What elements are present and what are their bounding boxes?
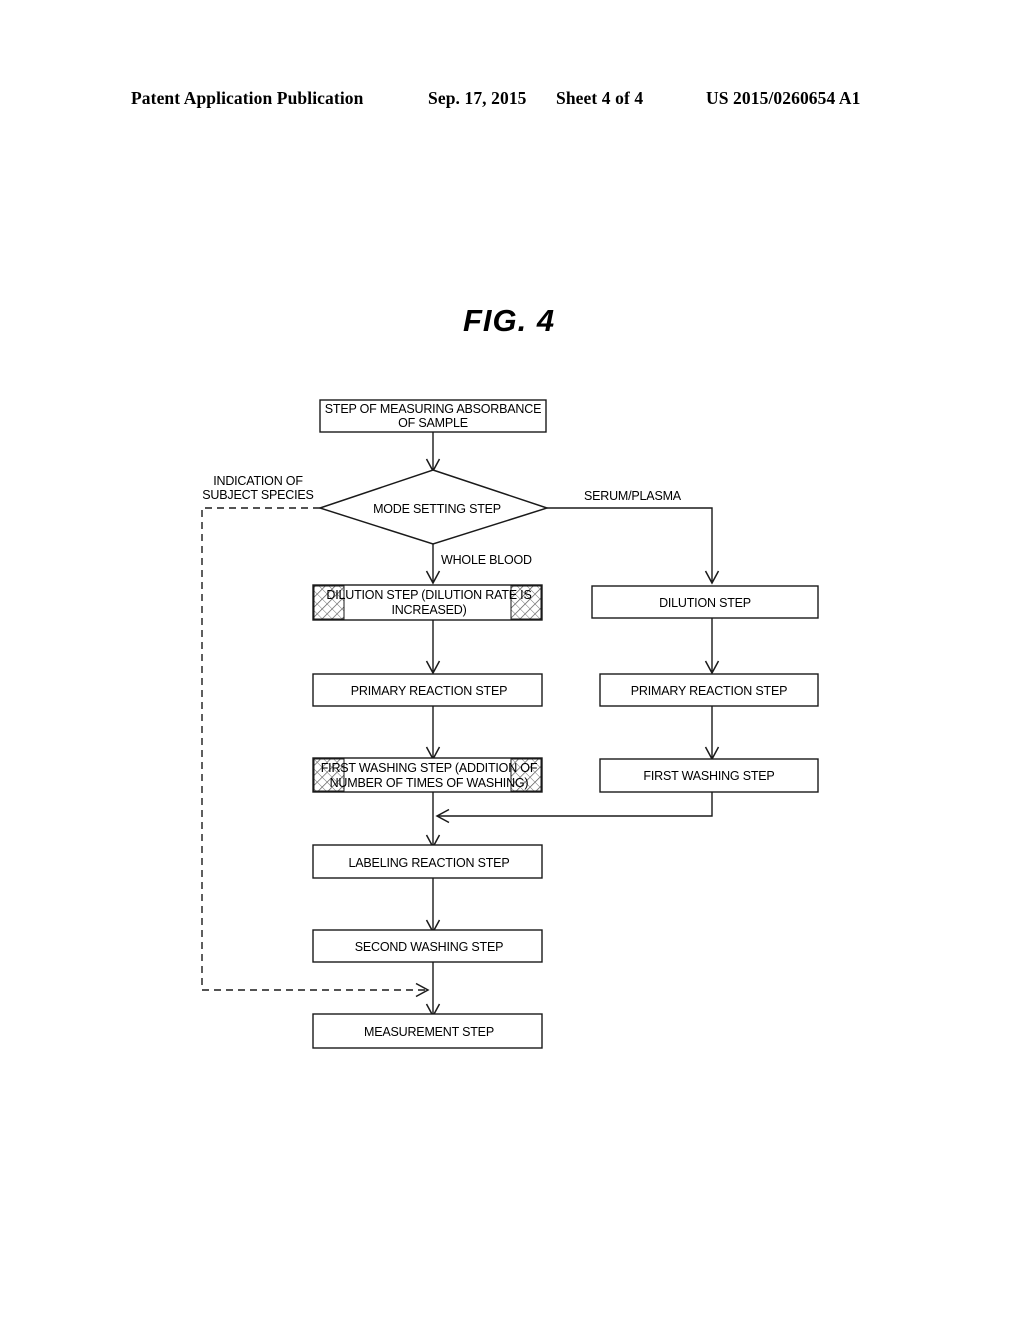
node-absorbance-step-line2: OF SAMPLE bbox=[398, 416, 468, 430]
edge-mode-to-whole-blood bbox=[425, 542, 441, 585]
edge-sp-primary-to-first-wash bbox=[704, 706, 720, 761]
node-sp-first-washing-step: FIRST WASHING STEP bbox=[599, 758, 819, 793]
node-wb-primary-reaction-step-label: PRIMARY REACTION STEP bbox=[351, 684, 507, 698]
edge-indication-feedback-dashed bbox=[201, 507, 430, 998]
node-second-washing-step-label: SECOND WASHING STEP bbox=[355, 940, 504, 954]
node-wb-first-washing-step-line1: FIRST WASHING STEP (ADDITION OF bbox=[321, 761, 538, 775]
node-labeling-reaction-step-label: LABELING REACTION STEP bbox=[349, 856, 510, 870]
edge-absorbance-to-mode bbox=[425, 432, 441, 473]
edge-label-indication-of-subject-species: INDICATION OF SUBJECT SPECIES bbox=[202, 474, 314, 502]
edge-wb-primary-to-first-wash bbox=[425, 706, 441, 761]
node-wb-dilution-step-line1: DILUTION STEP (DILUTION RATE IS bbox=[326, 588, 531, 602]
node-sp-first-washing-step-label: FIRST WASHING STEP bbox=[643, 769, 774, 783]
node-mode-setting-step: MODE SETTING STEP bbox=[317, 469, 550, 545]
edge-label-serum-plasma: SERUM/PLASMA bbox=[584, 489, 682, 503]
edge-labeling-to-second-wash bbox=[425, 878, 441, 934]
node-second-washing-step: SECOND WASHING STEP bbox=[312, 929, 543, 963]
node-measurement-step: MEASUREMENT STEP bbox=[312, 1013, 543, 1049]
edge-mode-to-serum-plasma bbox=[547, 507, 720, 585]
edge-wb-dilution-to-primary bbox=[425, 620, 441, 675]
node-absorbance-step-line1: STEP OF MEASURING ABSORBANCE bbox=[325, 402, 541, 416]
node-sp-primary-reaction-step: PRIMARY REACTION STEP bbox=[599, 673, 819, 707]
flowchart-diagram: STEP OF MEASURING ABSORBANCE OF SAMPLE M… bbox=[201, 399, 819, 1049]
edge-label-whole-blood: WHOLE BLOOD bbox=[441, 553, 532, 567]
node-mode-setting-step-label: MODE SETTING STEP bbox=[373, 502, 501, 516]
edge-label-indication-line1: INDICATION OF bbox=[213, 474, 303, 488]
node-wb-dilution-step-line2: INCREASED) bbox=[391, 603, 466, 617]
edge-sp-dilution-to-primary bbox=[704, 618, 720, 675]
node-wb-primary-reaction-step: PRIMARY REACTION STEP bbox=[312, 673, 543, 707]
edge-second-wash-to-measurement bbox=[425, 962, 441, 1018]
node-wb-dilution-step: DILUTION STEP (DILUTION RATE IS INCREASE… bbox=[312, 584, 543, 621]
node-absorbance-step: STEP OF MEASURING ABSORBANCE OF SAMPLE bbox=[319, 399, 547, 433]
edge-sp-first-wash-merge bbox=[435, 792, 713, 824]
node-wb-first-washing-step-line2: NUMBER OF TIMES OF WASHING) bbox=[330, 776, 529, 790]
edge-wb-first-wash-to-labeling bbox=[425, 792, 441, 849]
node-measurement-step-label: MEASUREMENT STEP bbox=[364, 1025, 494, 1039]
node-wb-first-washing-step: FIRST WASHING STEP (ADDITION OF NUMBER O… bbox=[312, 757, 543, 793]
edge-label-indication-line2: SUBJECT SPECIES bbox=[202, 488, 313, 502]
node-sp-dilution-step-label: DILUTION STEP bbox=[659, 596, 751, 610]
node-sp-primary-reaction-step-label: PRIMARY REACTION STEP bbox=[631, 684, 787, 698]
node-sp-dilution-step: DILUTION STEP bbox=[591, 585, 819, 619]
node-labeling-reaction-step: LABELING REACTION STEP bbox=[312, 844, 543, 879]
